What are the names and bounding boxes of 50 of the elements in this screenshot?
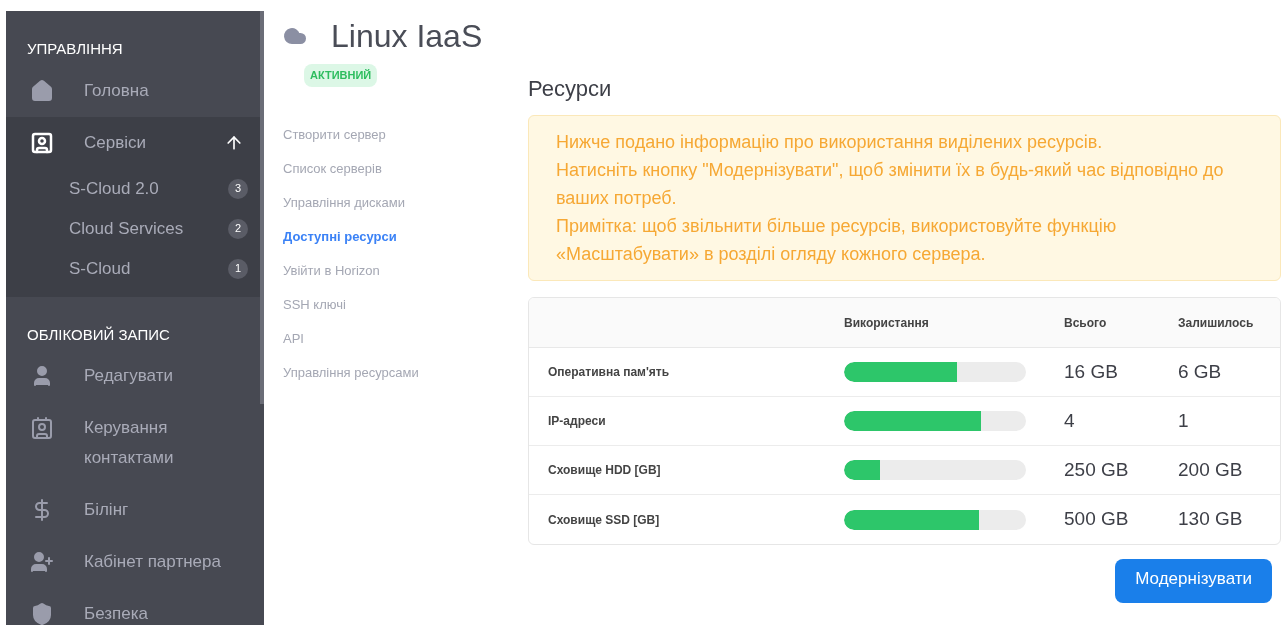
column-header: Залишилось — [1178, 314, 1254, 332]
sidebar-item[interactable]: Сервіси — [6, 116, 264, 169]
remaining-value: 6 GB — [1178, 359, 1222, 384]
resource-name: Оперативна пам'ять — [547, 364, 671, 381]
sidebar-item[interactable]: Редагувати — [6, 350, 264, 402]
sidebar-subitem[interactable]: Cloud Services 2 — [6, 208, 264, 249]
sidebar-item[interactable]: Кабінет партнера — [6, 536, 264, 588]
sidebar-item[interactable]: Білінг — [6, 484, 264, 536]
section-title: Ресурси — [528, 75, 613, 103]
shield-icon — [30, 602, 54, 625]
upgrade-button[interactable]: Модернізувати — [1115, 559, 1272, 603]
sidebar-subitem[interactable]: S-Cloud 1 — [6, 248, 264, 289]
nav-link[interactable]: Увійти в Horizon — [283, 260, 514, 295]
contacts-icon — [30, 416, 54, 440]
sidebar-item[interactable]: Керування контактами — [6, 402, 264, 484]
total-value: 4 — [1064, 408, 1076, 433]
column-header: Використання — [844, 314, 930, 332]
status-badge: АКТИВНИЙ — [304, 64, 378, 87]
nav-link[interactable]: Створити сервер — [283, 124, 514, 159]
nav-link[interactable]: Доступні ресурси — [283, 226, 514, 261]
remaining-value: 1 — [1178, 408, 1189, 433]
nav-link[interactable]: SSH ключі — [283, 294, 514, 329]
nav-link[interactable]: Список серверів — [283, 158, 514, 193]
notice-text: Примітка: щоб звільнити більше ресурсів, використовуйте функцію «Масштабувати» в розділі огляду кожного сервера. — [556, 215, 1118, 266]
contact-card-icon — [30, 130, 54, 155]
nav-link[interactable]: Управління дисками — [283, 192, 514, 227]
user-plus-icon — [30, 550, 54, 574]
notice-text: Натисніть кнопку "Модернізувати", щоб змінити їх в будь-який час відповідно до ваших потреб. — [556, 159, 1225, 210]
section-heading: УПРАВЛІННЯ — [26, 39, 124, 59]
count-badge: 1 — [228, 258, 248, 279]
remaining-value: 130 GB — [1178, 507, 1243, 532]
count-badge: 3 — [228, 178, 248, 199]
nav-link[interactable]: API — [283, 328, 514, 363]
sidebar-subitem[interactable]: S-Cloud 2.0 3 — [6, 168, 264, 209]
home-icon — [30, 78, 54, 103]
resource-name: Сховище HDD [GB] — [547, 462, 662, 479]
page-title: Linux IaaS — [331, 17, 483, 56]
sidebar-item[interactable]: Безпека — [6, 588, 264, 625]
total-value: 16 GB — [1064, 359, 1119, 384]
remaining-value: 200 GB — [1178, 457, 1243, 482]
column-header: Всього — [1064, 314, 1108, 332]
sidebar-item[interactable]: Головна — [6, 64, 264, 117]
section-heading: ОБЛІКОВИЙ ЗАПИС — [26, 324, 171, 345]
resource-name: IP-адреси — [547, 413, 607, 430]
notice-text: Нижче подано інформацію про використання виділених ресурсів. — [556, 131, 1104, 154]
count-badge: 2 — [228, 218, 248, 239]
nav-link[interactable]: Управління ресурсами — [283, 362, 514, 397]
total-value: 500 GB — [1064, 507, 1130, 532]
total-value: 250 GB — [1064, 457, 1130, 482]
resource-name: Сховище SSD [GB] — [547, 511, 661, 529]
